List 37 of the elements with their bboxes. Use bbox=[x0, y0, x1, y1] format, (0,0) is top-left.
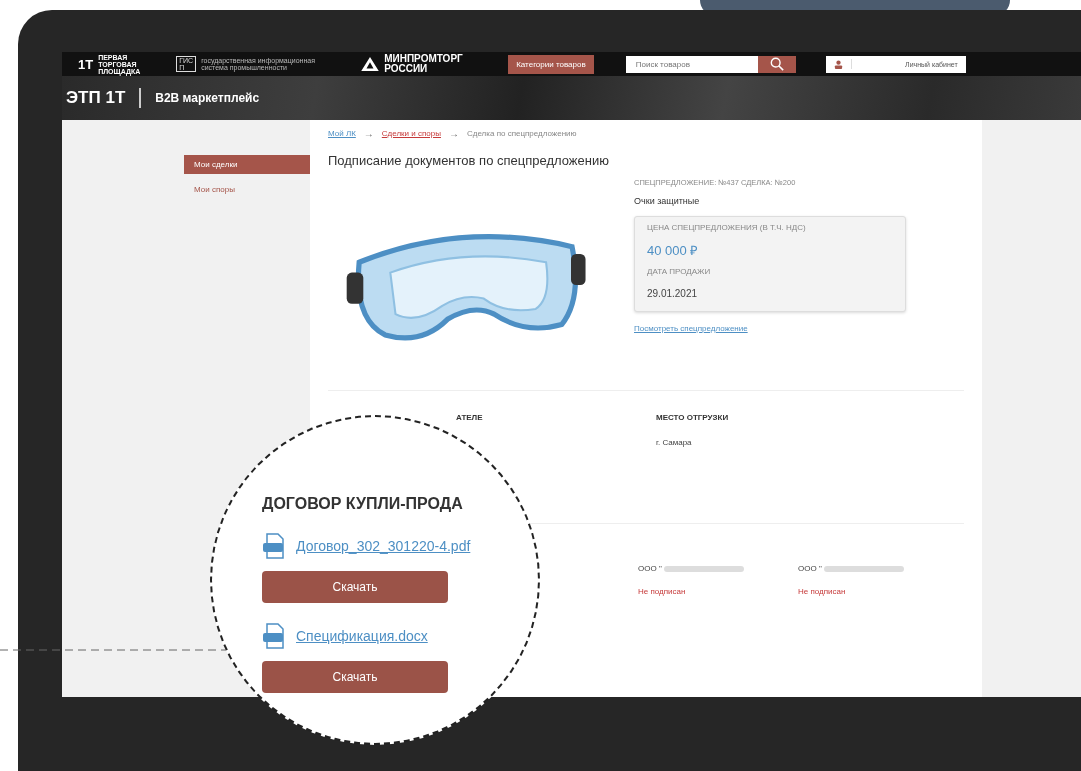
page-title: Подписание документов по спецпредложению bbox=[328, 153, 610, 168]
pdf-file-icon bbox=[262, 533, 286, 559]
arrow-icon: → bbox=[363, 128, 374, 139]
arrow-icon: → bbox=[449, 128, 459, 139]
file-link[interactable]: Спецификация.docx bbox=[296, 628, 428, 644]
sidebar-item[interactable]: Мои сделки bbox=[184, 155, 310, 174]
pdf-file-icon bbox=[262, 623, 286, 649]
signature-status: Не подписан bbox=[798, 587, 847, 596]
date-label: ДАТА ПРОДАЖИ bbox=[647, 267, 712, 278]
breadcrumb: Сделка по спецпредложению bbox=[467, 129, 577, 138]
user-icon bbox=[833, 59, 843, 69]
categories-button[interactable]: Категории товаров bbox=[508, 54, 594, 74]
sale-date: 29.01.2021 bbox=[647, 287, 699, 299]
section-heading: МЕСТО ОТГРУЗКИ bbox=[656, 413, 730, 422]
company-name: ООО " bbox=[798, 564, 822, 573]
price: 40 000 ₽ bbox=[647, 242, 700, 260]
breadcrumb[interactable]: Мой ЛК bbox=[328, 129, 356, 138]
search-field[interactable]: Поиск товаров bbox=[625, 55, 758, 73]
banner-title: ЭТП 1Т bbox=[66, 88, 142, 108]
section-heading: АТЕЛЕ bbox=[456, 413, 484, 422]
file-link[interactable]: Договор_302_301220-4.pdf bbox=[296, 538, 471, 554]
product-name: Очки защитные bbox=[634, 196, 701, 206]
triangle-logo-icon bbox=[361, 57, 380, 71]
signature-status: Не подписан bbox=[638, 587, 687, 596]
search-button[interactable] bbox=[757, 55, 796, 73]
view-offer-link[interactable]: Посмотреть спецпредложение bbox=[634, 323, 906, 333]
download-button[interactable]: Скачать bbox=[262, 661, 448, 693]
logo-mark: 1Т bbox=[78, 56, 94, 72]
price-label: ЦЕНА СПЕЦПРЕДЛОЖЕНИЯ (В Т.Ч. НДС) bbox=[647, 223, 807, 234]
search-icon bbox=[769, 57, 784, 71]
banner-subtitle: B2B маркетплейс bbox=[155, 91, 260, 105]
download-button[interactable]: Скачать bbox=[262, 571, 448, 603]
sidebar-item[interactable]: Мои споры bbox=[184, 180, 310, 199]
company-name: ООО " bbox=[638, 564, 662, 573]
section-heading: ДОГОВОР КУПЛИ-ПРОДА bbox=[262, 495, 464, 513]
breadcrumb[interactable]: Сделки и споры bbox=[381, 129, 441, 138]
detail-value: г. Самара bbox=[656, 438, 693, 447]
